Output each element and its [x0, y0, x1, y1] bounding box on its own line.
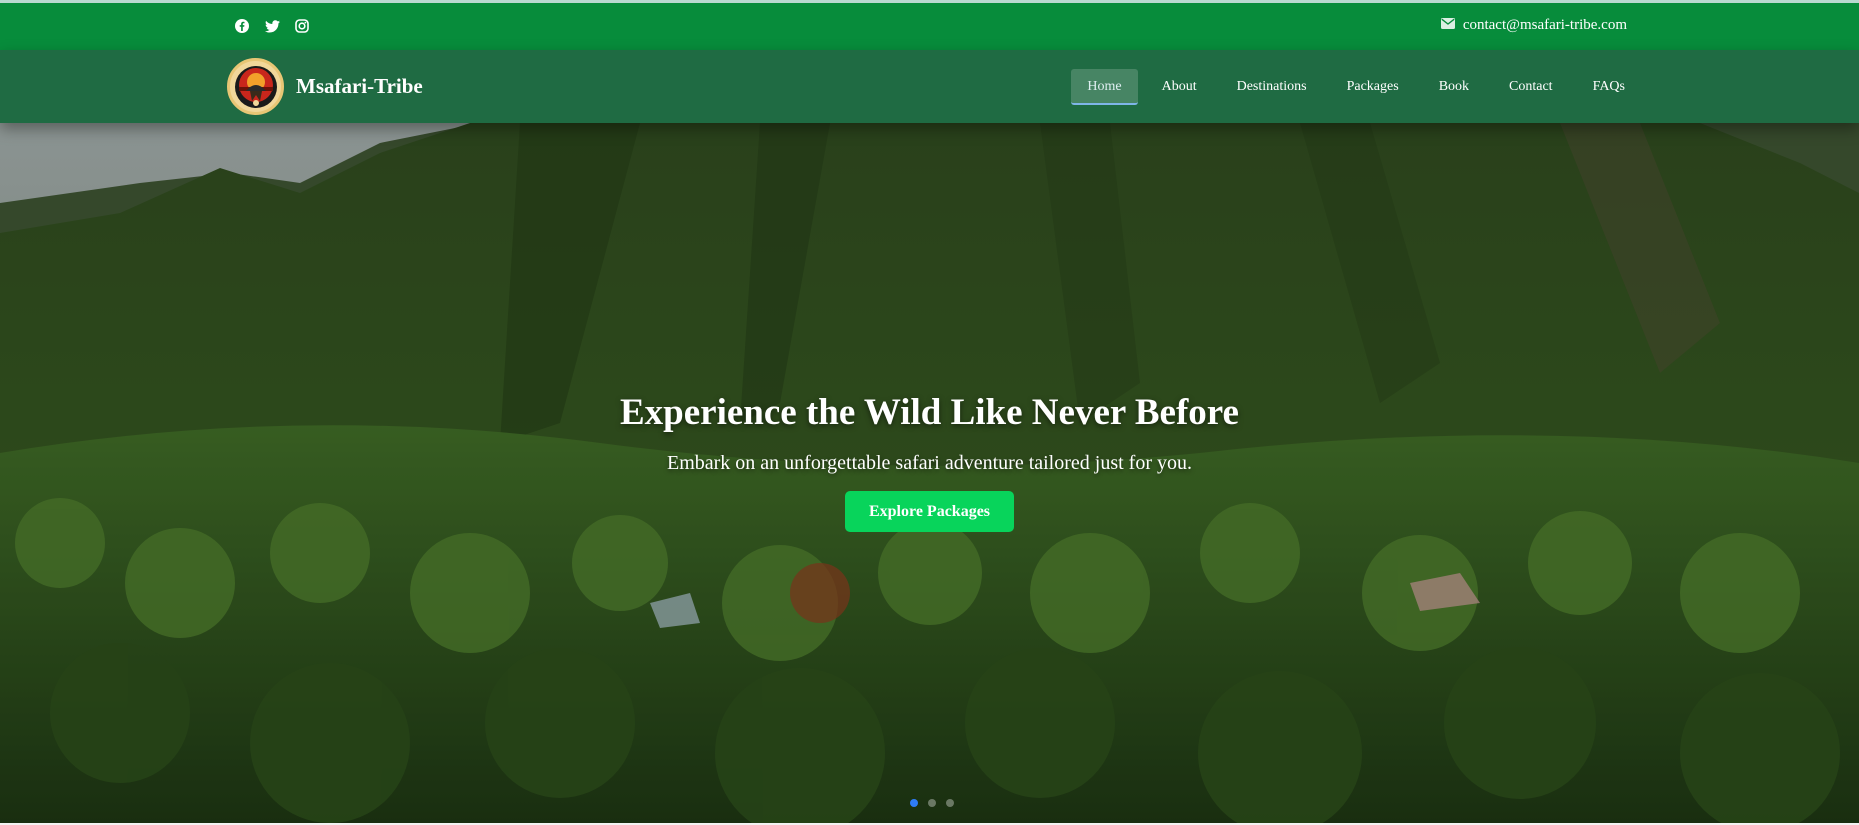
hero-content: Experience the Wild Like Never Before Em… — [0, 391, 1859, 532]
top-contact-bar: contact@msafari-tribe.com — [0, 0, 1859, 50]
brand-logo — [227, 58, 284, 115]
nav-contact[interactable]: Contact — [1493, 69, 1569, 105]
hero-subtitle: Embark on an unforgettable safari advent… — [666, 452, 1192, 474]
social-links — [234, 18, 310, 34]
brand[interactable]: Msafari-Tribe — [227, 58, 423, 115]
facebook-icon[interactable] — [234, 18, 250, 34]
instagram-icon[interactable] — [294, 18, 310, 34]
nav-about[interactable]: About — [1146, 69, 1213, 105]
carousel-indicators — [910, 799, 954, 807]
carousel-dot-1[interactable] — [910, 799, 918, 807]
hero-title: Experience the Wild Like Never Before — [620, 392, 1239, 433]
twitter-icon[interactable] — [264, 18, 280, 34]
contact-email[interactable]: contact@msafari-tribe.com — [1440, 17, 1627, 34]
carousel-dot-2[interactable] — [928, 799, 936, 807]
hero-carousel: Experience the Wild Like Never Before Em… — [0, 123, 1859, 823]
nav-packages[interactable]: Packages — [1331, 69, 1415, 105]
carousel-dot-3[interactable] — [946, 799, 954, 807]
nav-home[interactable]: Home — [1071, 69, 1138, 105]
nav-book[interactable]: Book — [1423, 69, 1485, 105]
primary-nav: Home About Destinations Packages Book Co… — [1071, 69, 1641, 105]
contact-email-text: contact@msafari-tribe.com — [1462, 17, 1627, 33]
envelope-icon — [1440, 17, 1455, 34]
brand-name: Msafari-Tribe — [296, 74, 423, 98]
page: contact@msafari-tribe.com Msafari-Tribe … — [0, 0, 1859, 825]
explore-packages-button[interactable]: Explore Packages — [844, 491, 1015, 532]
nav-destinations[interactable]: Destinations — [1221, 69, 1323, 105]
main-navbar: Msafari-Tribe Home About Destinations Pa… — [0, 50, 1859, 123]
nav-faqs[interactable]: FAQs — [1577, 69, 1641, 105]
